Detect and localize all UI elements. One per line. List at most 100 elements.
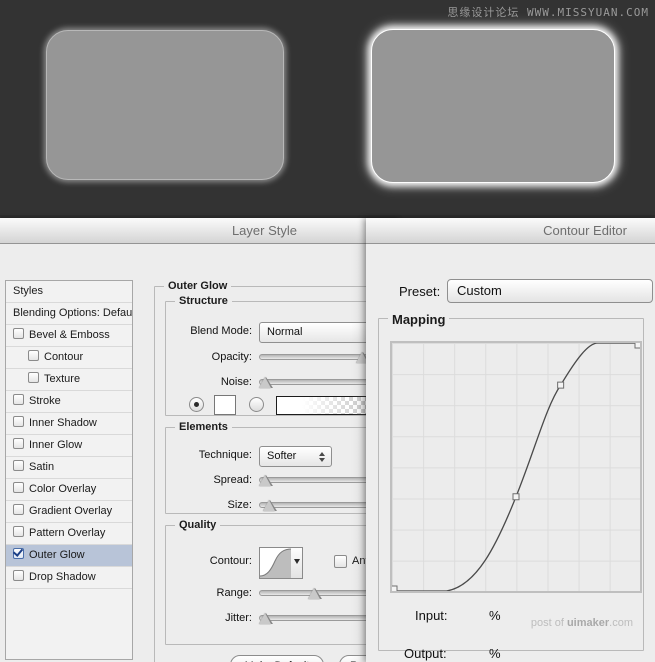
spread-slider-thumb[interactable] <box>259 475 273 486</box>
sidebar-item-label: Bevel & Emboss <box>29 329 110 341</box>
styles-list-header[interactable]: Styles <box>6 281 132 303</box>
checkbox-gradient-overlay[interactable] <box>13 504 24 515</box>
sidebar-item-texture[interactable]: Texture <box>6 369 132 391</box>
range-slider-thumb[interactable] <box>307 588 322 599</box>
group-elements-label: Elements <box>175 421 232 433</box>
rounded-rect-before <box>46 30 284 180</box>
mapping-curve-canvas[interactable] <box>390 341 642 593</box>
glow-color-radio[interactable] <box>189 397 204 412</box>
contour-editor-body: Preset: Custom Mapping Input: % Output: … <box>366 244 655 662</box>
size-slider[interactable] <box>259 498 369 512</box>
group-mapping: Mapping Input: % Output: % <box>378 312 644 661</box>
contour-curve-path <box>392 343 640 591</box>
group-mapping-label: Mapping <box>388 312 450 327</box>
sidebar-item-blending-options[interactable]: Blending Options: Default <box>6 303 132 325</box>
jitter-label: Jitter: <box>225 612 252 624</box>
checkbox-pattern-overlay[interactable] <box>13 526 24 537</box>
sidebar-item-label: Stroke <box>29 395 61 407</box>
styles-list[interactable]: Styles Blending Options: Default Bevel & E… <box>5 280 133 660</box>
blend-mode-value: Normal <box>267 326 303 338</box>
group-quality-label: Quality <box>175 519 221 531</box>
opacity-slider-track <box>259 354 369 360</box>
checkbox-contour[interactable] <box>28 350 39 361</box>
layer-style-titlebar[interactable]: Layer Style <box>0 218 397 244</box>
sidebar-item-inner-glow[interactable]: Inner Glow <box>6 435 132 457</box>
glow-color-swatch[interactable] <box>214 395 236 415</box>
noise-label: Noise: <box>220 376 252 388</box>
contour-label: Contour: <box>209 555 252 567</box>
sidebar-item-outer-glow[interactable]: Outer Glow <box>6 545 132 567</box>
group-structure-label: Structure <box>175 295 232 307</box>
contour-preview-thumbnail[interactable] <box>259 547 293 579</box>
curve-control-point[interactable] <box>392 586 397 591</box>
curve-control-point[interactable] <box>513 494 519 500</box>
checkbox-inner-glow[interactable] <box>13 438 24 449</box>
technique-select[interactable]: Softer <box>259 446 332 467</box>
sidebar-item-stroke[interactable]: Stroke <box>6 391 132 413</box>
blend-mode-select[interactable]: Normal <box>259 322 381 343</box>
sidebar-item-label: Satin <box>29 461 55 473</box>
checkbox-satin[interactable] <box>13 460 24 471</box>
sidebar-item-label: Contour <box>44 351 84 363</box>
spread-slider[interactable] <box>259 473 369 487</box>
opacity-label: Opacity: <box>211 351 252 363</box>
group-elements: Elements Technique: Softer Spread: Size: <box>165 421 397 516</box>
site-watermark-top: 思缘设计论坛 WWW.MISSYUAN.COM <box>447 6 649 19</box>
size-slider-thumb[interactable] <box>262 500 277 511</box>
jitter-slider[interactable] <box>259 611 369 625</box>
sidebar-item-pattern-overlay[interactable]: Pattern Overlay <box>6 523 132 545</box>
sidebar-item-label: Texture <box>44 373 81 385</box>
sidebar-item-drop-shadow[interactable]: Drop Shadow <box>6 567 132 589</box>
sidebar-item-gradient-overlay[interactable]: Gradient Overlay <box>6 501 132 523</box>
make-default-button[interactable]: Make Default <box>230 655 324 662</box>
curve-control-point[interactable] <box>635 343 640 348</box>
preset-value: Custom <box>457 283 502 298</box>
preset-label: Preset: <box>399 284 441 299</box>
checkbox-bevel-emboss[interactable] <box>13 328 24 339</box>
range-label: Range: <box>216 587 252 599</box>
sidebar-item-label: Inner Glow <box>29 439 83 451</box>
checkbox-texture[interactable] <box>28 372 39 383</box>
effect-settings-pane: Outer Glow Structure Blend Mode: Normal <box>140 274 397 662</box>
checkbox-color-overlay[interactable] <box>13 482 24 493</box>
noise-slider-thumb[interactable] <box>259 377 273 388</box>
contour-thumbnail-curve <box>260 548 292 578</box>
anti-aliased-checkbox[interactable] <box>334 555 347 568</box>
checkbox-outer-glow[interactable] <box>13 548 24 559</box>
range-slider[interactable] <box>259 586 369 600</box>
sidebar-item-label: Inner Shadow <box>29 417 97 429</box>
layer-style-body: Styles Blending Options: Default Bevel & E… <box>0 244 397 662</box>
preset-select[interactable]: Custom <box>447 279 653 303</box>
input-label: Input: <box>415 608 448 623</box>
sidebar-item-color-overlay[interactable]: Color Overlay <box>6 479 132 501</box>
sidebar-item-label: Drop Shadow <box>29 571 96 583</box>
sidebar-item-inner-shadow[interactable]: Inner Shadow <box>6 413 132 435</box>
size-label: Size: <box>227 499 252 511</box>
layer-style-dialog: Layer Style Styles Blending Options: Defa… <box>0 218 398 662</box>
checkbox-inner-shadow[interactable] <box>13 416 24 427</box>
checkbox-stroke[interactable] <box>13 394 24 405</box>
sidebar-item-contour[interactable]: Contour <box>6 347 132 369</box>
watermark-suffix: .com <box>609 617 633 629</box>
contour-dropdown-button[interactable] <box>291 547 303 579</box>
opacity-slider[interactable] <box>259 350 370 364</box>
technique-value: Softer <box>267 450 297 462</box>
sidebar-item-bevel-emboss[interactable]: Bevel & Emboss <box>6 325 132 347</box>
jitter-slider-track <box>259 615 369 621</box>
canvas-area: 思缘设计论坛 WWW.MISSYUAN.COM <box>0 0 655 215</box>
spread-slider-track <box>259 477 369 483</box>
sidebar-item-label: Pattern Overlay <box>29 527 106 539</box>
watermark-brand: uimaker <box>566 617 610 629</box>
glow-gradient-radio[interactable] <box>249 397 264 412</box>
layer-style-title: Layer Style <box>231 223 297 238</box>
curve-control-point[interactable] <box>558 382 564 388</box>
contour-editor-title: Contour Editor <box>543 223 627 238</box>
jitter-slider-thumb[interactable] <box>259 613 273 624</box>
contour-editor-titlebar[interactable]: Contour Editor <box>366 218 655 244</box>
noise-slider[interactable] <box>259 375 369 389</box>
technique-label: Technique: <box>198 449 252 461</box>
sidebar-item-satin[interactable]: Satin <box>6 457 132 479</box>
checkbox-drop-shadow[interactable] <box>13 570 24 581</box>
group-quality: Quality Contour: Anti-ali <box>165 519 397 645</box>
rounded-rect-after-glow <box>371 29 615 183</box>
